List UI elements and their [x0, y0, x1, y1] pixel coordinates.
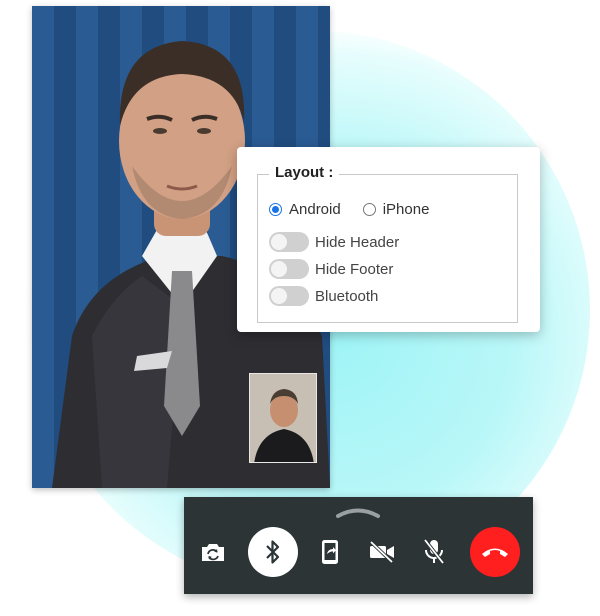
- radio-android[interactable]: [269, 203, 282, 216]
- radio-iphone[interactable]: [362, 203, 376, 216]
- toggle-row-hide-footer[interactable]: Hide Footer: [269, 259, 393, 279]
- bluetooth-button[interactable]: [248, 527, 298, 577]
- chevron-up-icon[interactable]: [334, 505, 382, 519]
- end-call-button[interactable]: [470, 527, 520, 577]
- radio-label-android: Android: [289, 201, 341, 218]
- hide-footer-toggle[interactable]: [269, 259, 309, 279]
- toggle-label-hide-footer: Hide Footer: [315, 260, 394, 278]
- video-toggle-button[interactable]: [357, 527, 407, 577]
- toggle-row-bluetooth[interactable]: Bluetooth: [269, 286, 378, 306]
- mute-button[interactable]: [409, 527, 459, 577]
- layout-title: Layout :: [269, 164, 340, 181]
- local-video-thumbnail[interactable]: [249, 373, 317, 463]
- bluetooth-toggle[interactable]: [269, 286, 309, 306]
- local-participant-image: [250, 374, 316, 462]
- call-control-bar: [184, 497, 533, 594]
- screen-share-icon: [322, 540, 338, 564]
- radio-option-iphone[interactable]: iPhone: [362, 201, 430, 218]
- camera-switch-icon: [202, 544, 224, 561]
- end-call-icon: [482, 548, 508, 557]
- radio-label-iphone: iPhone: [382, 201, 430, 218]
- video-off-icon: [369, 541, 394, 563]
- layout-settings-panel: Layout : Android iPhone Hide Header Hide…: [237, 147, 540, 332]
- screen-share-button[interactable]: [305, 527, 355, 577]
- switch-camera-button[interactable]: [188, 527, 238, 577]
- radio-option-android[interactable]: Android: [269, 201, 341, 218]
- toggle-label-bluetooth: Bluetooth: [315, 287, 379, 305]
- mic-off-icon: [423, 538, 445, 565]
- bluetooth-icon: [266, 540, 280, 564]
- platform-radio-group: Android iPhone: [269, 201, 451, 218]
- hide-header-toggle[interactable]: [269, 232, 309, 252]
- toggle-row-hide-header[interactable]: Hide Header: [269, 232, 399, 252]
- toggle-label-hide-header: Hide Header: [315, 233, 400, 251]
